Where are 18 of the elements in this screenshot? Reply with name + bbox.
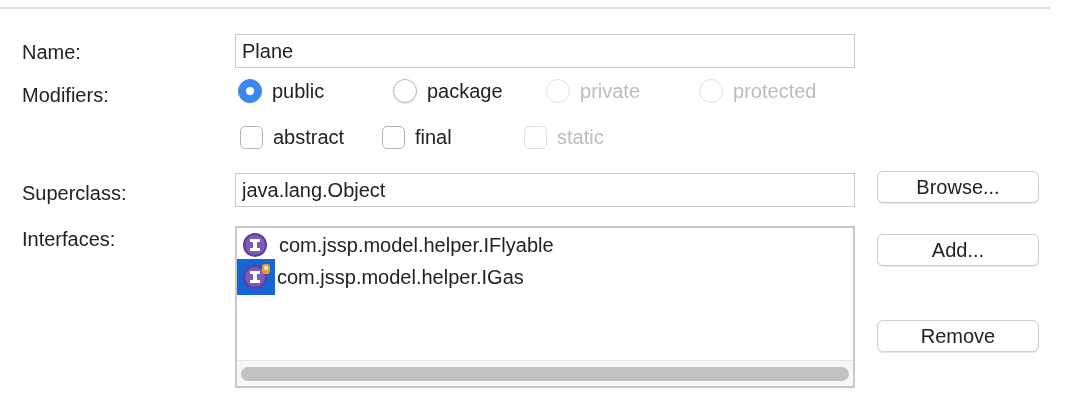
field-label: Name: bbox=[22, 41, 81, 63]
interface-name[interactable]: com.jssp.model.helper.IGas bbox=[277, 262, 524, 292]
field-label: Superclass: bbox=[22, 182, 127, 204]
remove-button[interactable]: Remove bbox=[877, 320, 1039, 352]
interface-name[interactable]: com.jssp.model.helper.IFlyable bbox=[279, 230, 554, 260]
checkbox-label: static bbox=[557, 125, 604, 150]
add-button[interactable]: Add... bbox=[877, 234, 1039, 266]
checkbox-label: final bbox=[415, 125, 452, 150]
field-label: Interfaces: bbox=[22, 228, 116, 250]
field-label: Modifiers: bbox=[22, 84, 109, 106]
radio-label: package bbox=[427, 79, 503, 104]
radio-label: protected bbox=[733, 79, 817, 104]
radio-label: public bbox=[272, 79, 325, 104]
browse-button[interactable]: Browse... bbox=[877, 171, 1039, 203]
superclass-field[interactable]: java.lang.Object bbox=[235, 173, 855, 207]
radio-label: private bbox=[580, 79, 641, 104]
name-field[interactable]: Plane bbox=[235, 34, 855, 68]
checkbox-label: abstract bbox=[273, 125, 345, 150]
